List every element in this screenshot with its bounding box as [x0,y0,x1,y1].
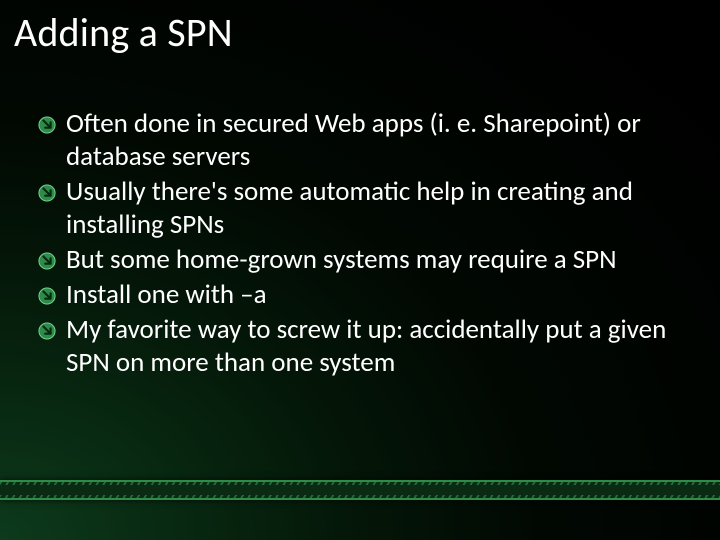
list-item: My favorite way to screw it up: accident… [38,314,692,380]
list-item: But some home-grown systems may require … [38,244,692,277]
bullet-text: But some home-grown systems may require … [66,244,692,277]
bullet-text: Usually there's some automatic help in c… [66,176,692,242]
slide-title: Adding a SPN [14,8,700,57]
bullet-list: Often done in secured Web apps (i. e. Sh… [38,108,692,382]
bullet-text: Often done in secured Web apps (i. e. Sh… [66,108,692,174]
list-item: Usually there's some automatic help in c… [38,176,692,242]
slide: Adding a SPN Often done in secured Web a… [0,0,720,540]
bullet-text: Install one with –a [66,279,692,312]
arrow-bullet-icon [38,116,56,134]
list-item: Install one with –a [38,279,692,312]
footer-divider [0,480,720,500]
list-item: Often done in secured Web apps (i. e. Sh… [38,108,692,174]
arrow-bullet-icon [38,184,56,202]
arrow-bullet-icon [38,287,56,305]
bullet-text: My favorite way to screw it up: accident… [66,314,692,380]
arrow-bullet-icon [38,252,56,270]
arrow-bullet-icon [38,322,56,340]
